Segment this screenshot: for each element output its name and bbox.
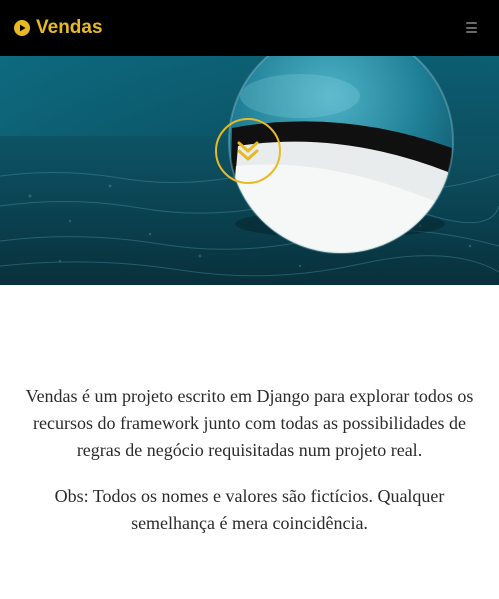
double-chevron-down-icon	[237, 141, 259, 161]
navbar: Vendas	[0, 0, 499, 56]
intro-paragraph-description: Vendas é um projeto escrito em Django pa…	[25, 386, 474, 460]
hero-banner	[0, 56, 499, 285]
brand-label: Vendas	[36, 17, 103, 38]
intro-section: Vendas é um projeto escrito em Django pa…	[0, 285, 499, 537]
play-circle-icon	[14, 20, 30, 36]
brand-link[interactable]: Vendas	[14, 17, 103, 39]
hamburger-menu-icon[interactable]	[466, 22, 477, 33]
intro-paragraph-disclaimer: Obs: Todos os nomes e valores são fictíc…	[54, 486, 445, 533]
scroll-down-button[interactable]	[215, 118, 281, 184]
